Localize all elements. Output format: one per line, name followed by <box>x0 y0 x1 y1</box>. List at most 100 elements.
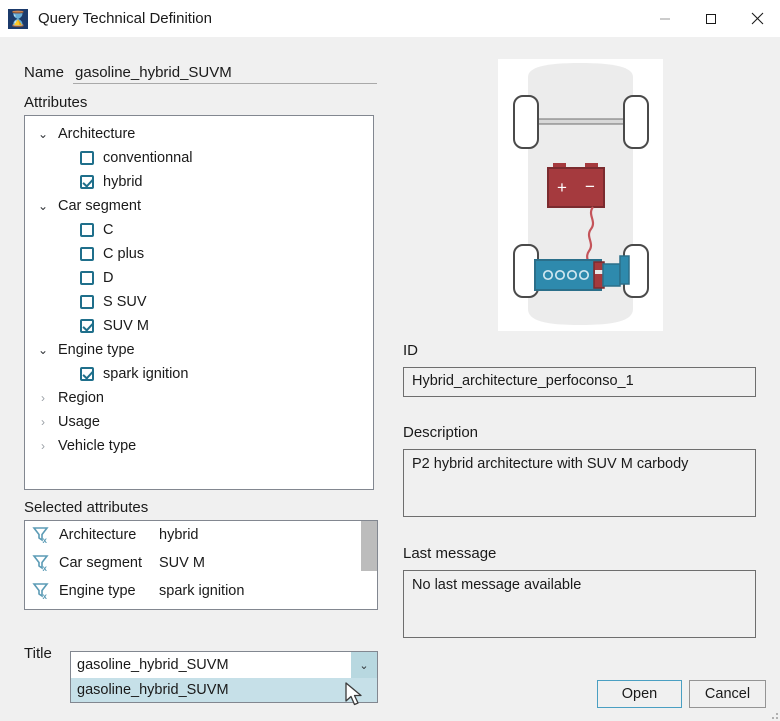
wheel-front-left <box>513 95 539 149</box>
cancel-button[interactable]: Cancel <box>689 680 766 708</box>
chevron-down-icon[interactable]: ⌄ <box>33 128 53 140</box>
tree-item-hybrid[interactable]: hybrid <box>25 170 373 194</box>
app-logo-icon: ⌛ <box>8 8 28 29</box>
tree-group-label: Car segment <box>58 198 142 214</box>
selected-attributes-list[interactable]: x Architecture hybrid x Car segment SUV … <box>24 520 378 610</box>
description-field[interactable]: P2 hybrid architecture with SUV M carbod… <box>403 449 756 517</box>
svg-text:x: x <box>43 592 48 600</box>
tree-group-label: Architecture <box>58 126 136 142</box>
dialog-body: Name Attributes ⌄ Architecture conventio… <box>0 37 780 721</box>
title-label: Title <box>24 645 52 662</box>
maximize-button[interactable] <box>688 0 734 37</box>
battery-plus-label: + <box>557 178 567 197</box>
hybrid-car-topview-diagram: + − <box>498 59 663 331</box>
checkbox-d[interactable] <box>80 271 94 285</box>
tree-group-label: Engine type <box>58 342 135 358</box>
chevron-right-icon[interactable]: › <box>33 440 53 452</box>
tree-group-engine-type[interactable]: ⌄ Engine type <box>25 338 373 362</box>
name-label: Name <box>24 64 65 81</box>
selected-attribute-value: hybrid <box>159 527 199 543</box>
title-combobox-dropdown[interactable]: gasoline_hybrid_SUVM <box>70 678 378 703</box>
selected-attribute-row[interactable]: x Architecture hybrid <box>25 521 361 549</box>
differential <box>619 255 630 285</box>
tree-item-c[interactable]: C <box>25 218 373 242</box>
title-row: Title <box>24 645 52 662</box>
chevron-down-icon[interactable]: ⌄ <box>351 652 377 678</box>
selected-attribute-key: Architecture <box>59 527 137 543</box>
filter-remove-icon[interactable]: x <box>31 582 51 600</box>
chevron-right-icon[interactable]: › <box>33 416 53 428</box>
tree-item-spark-ignition[interactable]: spark ignition <box>25 362 373 386</box>
chevron-right-icon[interactable]: › <box>33 392 53 404</box>
name-input[interactable] <box>73 64 378 84</box>
tree-item-label: S SUV <box>103 294 147 310</box>
tree-item-label: SUV M <box>103 318 149 334</box>
motor-band <box>595 270 603 274</box>
scrollbar-thumb[interactable] <box>361 521 377 571</box>
title-combobox-value[interactable]: gasoline_hybrid_SUVM <box>71 652 351 678</box>
tree-item-label: spark ignition <box>103 366 189 382</box>
chevron-down-icon[interactable]: ⌄ <box>33 200 53 212</box>
tree-item-label: C <box>103 222 114 238</box>
minimize-icon <box>660 18 670 19</box>
last-message-field[interactable]: No last message available <box>403 570 756 638</box>
front-axle <box>535 118 627 125</box>
minimize-button[interactable] <box>642 0 688 37</box>
id-field[interactable]: Hybrid_architecture_perfoconso_1 <box>403 367 756 397</box>
chevron-down-icon[interactable]: ⌄ <box>33 344 53 356</box>
last-message-label: Last message <box>403 545 497 562</box>
battery-minus-label: − <box>585 177 595 196</box>
selected-attribute-value: spark ignition <box>159 583 245 599</box>
window-controls <box>642 0 780 37</box>
selected-attribute-key: Car segment <box>59 555 143 571</box>
selected-attributes-scrollbar[interactable] <box>361 521 377 609</box>
checkbox-c[interactable] <box>80 223 94 237</box>
tree-group-car-segment[interactable]: ⌄ Car segment <box>25 194 373 218</box>
checkbox-s-suv[interactable] <box>80 295 94 309</box>
resize-grip[interactable] <box>768 709 778 719</box>
selected-attributes-inner: x Architecture hybrid x Car segment SUV … <box>25 521 361 609</box>
selected-attribute-row[interactable]: x Engine type spark ignition <box>25 577 361 605</box>
tree-item-label: C plus <box>103 246 145 262</box>
maximize-icon <box>706 13 716 24</box>
svg-text:x: x <box>43 564 48 572</box>
description-label: Description <box>403 424 479 441</box>
tree-group-label: Vehicle type <box>58 438 137 454</box>
checkbox-spark-ignition[interactable] <box>80 367 94 381</box>
selected-attribute-value: SUV M <box>159 555 205 571</box>
transmission <box>602 263 621 287</box>
window-titlebar: ⌛ Query Technical Definition <box>0 0 780 37</box>
filter-remove-icon[interactable]: x <box>31 554 51 572</box>
tree-group-vehicle-type[interactable]: › Vehicle type <box>25 434 373 458</box>
tree-group-architecture[interactable]: ⌄ Architecture <box>25 122 373 146</box>
window-title: Query Technical Definition <box>38 10 212 27</box>
close-icon <box>751 12 763 25</box>
tree-item-d[interactable]: D <box>25 266 373 290</box>
close-button[interactable] <box>734 0 780 37</box>
tree-item-label: D <box>103 270 114 286</box>
checkbox-suv-m[interactable] <box>80 319 94 333</box>
dropdown-option[interactable]: gasoline_hybrid_SUVM <box>71 678 377 702</box>
open-button[interactable]: Open <box>597 680 682 708</box>
car-schematic-svg: + − <box>513 63 649 325</box>
id-label: ID <box>403 342 418 359</box>
checkbox-conventionnal[interactable] <box>80 151 94 165</box>
selected-attributes-label: Selected attributes <box>24 499 149 516</box>
tree-item-c-plus[interactable]: C plus <box>25 242 373 266</box>
tree-item-label: conventionnal <box>103 150 193 166</box>
tree-group-label: Region <box>58 390 104 406</box>
title-combobox[interactable]: gasoline_hybrid_SUVM ⌄ <box>70 651 378 679</box>
selected-attribute-row[interactable]: x Car segment SUV M <box>25 549 361 577</box>
attributes-tree[interactable]: ⌄ Architecture conventionnal hybrid ⌄ Ca… <box>24 115 374 490</box>
wheel-front-right <box>623 95 649 149</box>
tree-item-s-suv[interactable]: S SUV <box>25 290 373 314</box>
checkbox-c-plus[interactable] <box>80 247 94 261</box>
tree-group-region[interactable]: › Region <box>25 386 373 410</box>
filter-remove-icon[interactable]: x <box>31 526 51 544</box>
tree-group-usage[interactable]: › Usage <box>25 410 373 434</box>
checkbox-hybrid[interactable] <box>80 175 94 189</box>
tree-item-suv-m[interactable]: SUV M <box>25 314 373 338</box>
svg-text:x: x <box>43 536 48 544</box>
tree-item-conventionnal[interactable]: conventionnal <box>25 146 373 170</box>
selected-attribute-key: Engine type <box>59 583 136 599</box>
